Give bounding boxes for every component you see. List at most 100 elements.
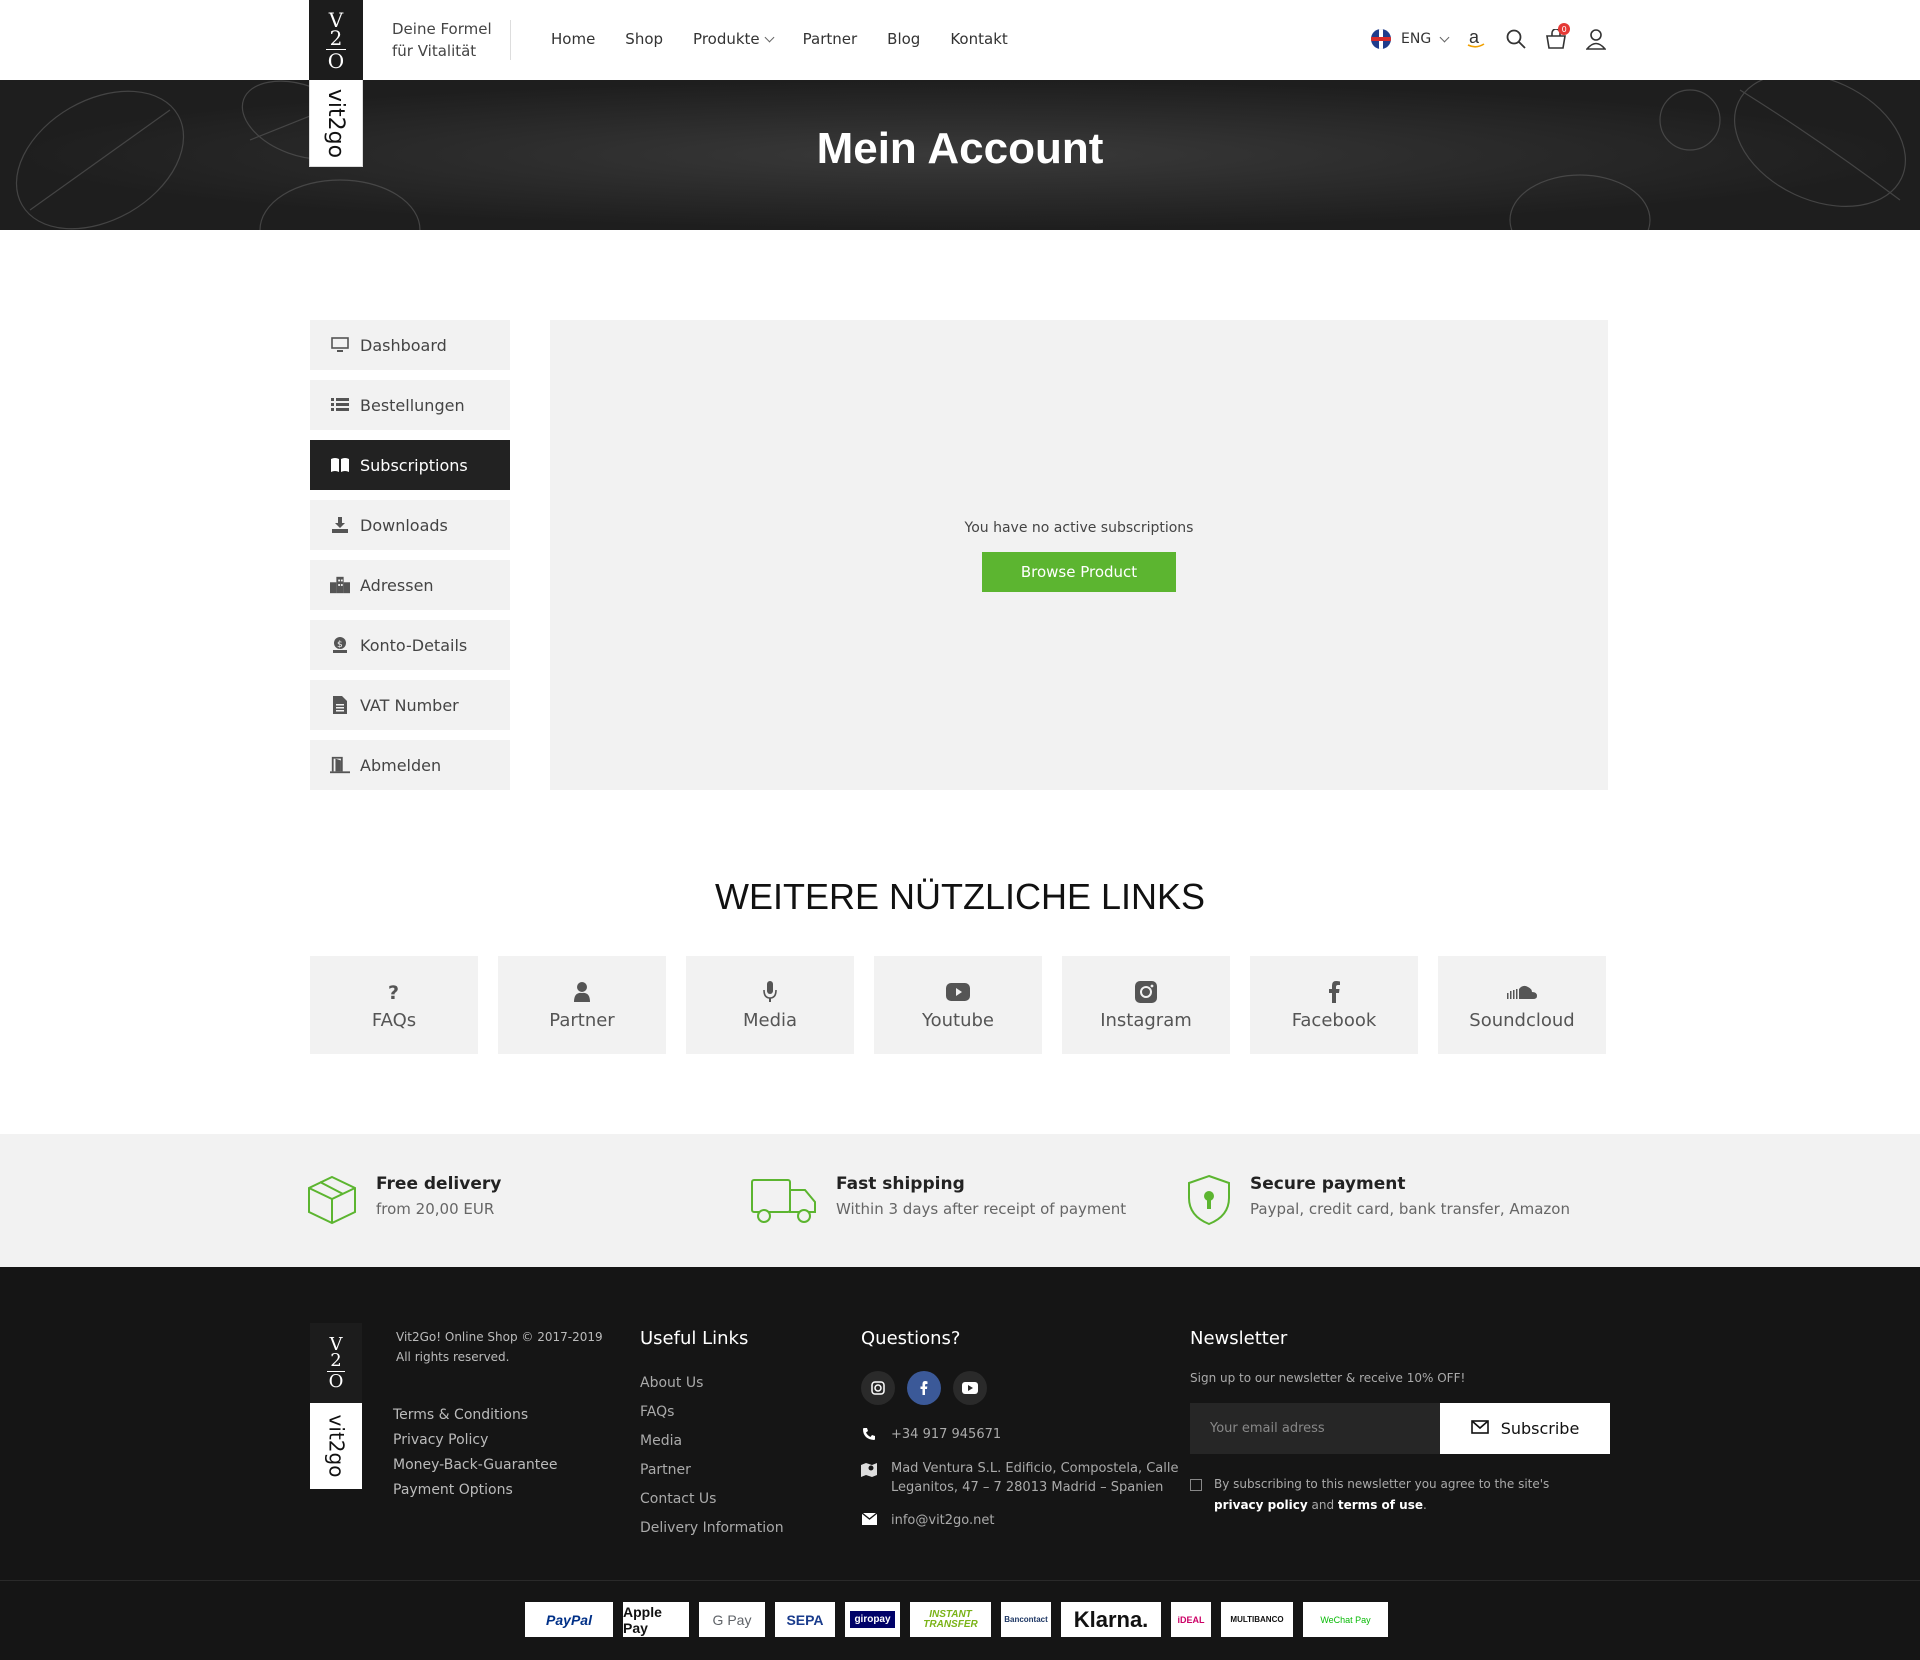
box-icon xyxy=(306,1174,358,1230)
link-tile-instagram[interactable]: Instagram xyxy=(1062,956,1230,1054)
building-icon xyxy=(330,576,350,594)
footer-link-faqs[interactable]: FAQs xyxy=(640,1398,784,1427)
link-tile-partner[interactable]: Partner xyxy=(498,956,666,1054)
consent-checkbox[interactable] xyxy=(1190,1479,1202,1491)
privacy-policy-link[interactable]: privacy policy xyxy=(1214,1498,1308,1512)
logo-wordmark: vit2go xyxy=(324,1414,349,1478)
book-icon xyxy=(330,457,350,473)
sidebar-item-label: Abmelden xyxy=(360,755,442,775)
instagram-icon xyxy=(1135,980,1157,1004)
sidebar-item-label: Adressen xyxy=(360,575,434,595)
feature-title: Secure payment xyxy=(1250,1174,1406,1194)
nav-produkte[interactable]: Produkte xyxy=(693,30,775,48)
useful-links-title: WEITERE NÜTZLICHE LINKS xyxy=(714,876,1206,917)
footer-link-contact[interactable]: Contact Us xyxy=(640,1485,784,1514)
contact-phone[interactable]: +34 917 945671 xyxy=(861,1425,1001,1444)
user-icon xyxy=(574,980,590,1004)
link-tile-faqs[interactable]: ? FAQs xyxy=(310,956,478,1054)
sidebar-item-dashboard[interactable]: Dashboard xyxy=(310,320,510,370)
footer-link-media[interactable]: Media xyxy=(640,1427,784,1456)
sidebar-item-vat-number[interactable]: VAT Number xyxy=(310,680,510,730)
sidebar-item-label: Konto-Details xyxy=(360,635,468,655)
download-icon xyxy=(330,517,350,533)
email-address: info@vit2go.net xyxy=(891,1513,995,1528)
newsletter-email-input[interactable]: Your email adress xyxy=(1190,1403,1440,1454)
search-icon[interactable] xyxy=(1504,27,1528,51)
sidebar-item-subscriptions[interactable]: Subscriptions xyxy=(310,440,510,490)
tile-label: Media xyxy=(742,1009,798,1031)
footer-link-payment-options[interactable]: Payment Options xyxy=(393,1478,558,1503)
link-tile-facebook[interactable]: Facebook xyxy=(1250,956,1418,1054)
youtube-icon xyxy=(946,980,970,1004)
sidebar-item-label: Dashboard xyxy=(360,335,447,355)
logo-letter: 2 xyxy=(330,1349,342,1371)
feature-secure-payment: Secure payment Paypal, credit card, bank … xyxy=(1186,1174,1570,1230)
sidebar-item-konto-details[interactable]: $ Konto-Details xyxy=(310,620,510,670)
footer-link-terms[interactable]: Terms & Conditions xyxy=(393,1403,558,1428)
main-nav: Home Shop Produkte Partner Blog Kontakt xyxy=(551,30,1008,48)
nav-kontakt[interactable]: Kontakt xyxy=(950,30,1007,48)
footer-link-partner[interactable]: Partner xyxy=(640,1456,784,1485)
sidebar-item-adressen[interactable]: Adressen xyxy=(310,560,510,610)
tile-label: Instagram xyxy=(1100,1009,1192,1031)
email-placeholder: Your email adress xyxy=(1210,1421,1325,1436)
footer-link-privacy[interactable]: Privacy Policy xyxy=(393,1428,558,1453)
envelope-icon xyxy=(1470,1419,1489,1438)
bancontact-logo: Bancontact xyxy=(1001,1602,1051,1637)
site-logo[interactable]: V 2 O vit2go xyxy=(309,0,363,167)
browse-product-button[interactable]: Browse Product xyxy=(982,552,1176,592)
logo-wordmark: vit2go xyxy=(323,88,349,158)
footer-link-money-back[interactable]: Money-Back-Guarantee xyxy=(393,1453,558,1478)
youtube-icon[interactable] xyxy=(953,1371,987,1405)
link-tile-soundcloud[interactable]: Soundcloud xyxy=(1438,956,1606,1054)
nav-home[interactable]: Home xyxy=(551,30,595,48)
subscribe-button[interactable]: Subscribe xyxy=(1440,1403,1610,1454)
sidebar-item-bestellungen[interactable]: Bestellungen xyxy=(310,380,510,430)
newsletter-consent: By subscribing to this newsletter you ag… xyxy=(1190,1474,1549,1516)
questions-heading: Questions? xyxy=(861,1328,961,1349)
user-icon[interactable] xyxy=(1584,27,1608,51)
sidebar-item-downloads[interactable]: Downloads xyxy=(310,500,510,550)
site-footer: V 2 O vit2go Vit2Go! Online Shop © 2017-… xyxy=(0,1267,1920,1580)
amazon-icon[interactable]: a xyxy=(1464,27,1488,51)
logo-letter: 2 xyxy=(329,25,343,50)
nav-partner[interactable]: Partner xyxy=(803,30,858,48)
nav-shop[interactable]: Shop xyxy=(625,30,663,48)
terms-of-use-link[interactable]: terms of use xyxy=(1338,1498,1423,1512)
tile-label: Facebook xyxy=(1291,1009,1377,1031)
useful-links-list: About Us FAQs Media Partner Contact Us D… xyxy=(640,1369,784,1543)
cart-icon[interactable]: 0 xyxy=(1544,23,1571,51)
question-icon: ? xyxy=(387,980,401,1004)
instant-transfer-logo: INSTANT TRANSFER xyxy=(910,1602,991,1637)
copyright: Vit2Go! Online Shop © 2017-2019 All righ… xyxy=(396,1330,603,1364)
soundcloud-icon xyxy=(1507,980,1537,1004)
link-tile-media[interactable]: Media xyxy=(686,956,854,1054)
sidebar-item-abmelden[interactable]: Abmelden xyxy=(310,740,510,790)
multibanco-logo: MULTIBANCO xyxy=(1221,1602,1293,1637)
nav-blog[interactable]: Blog xyxy=(887,30,920,48)
divider xyxy=(510,20,511,60)
footer-link-delivery[interactable]: Delivery Information xyxy=(640,1514,784,1543)
instagram-icon[interactable] xyxy=(861,1371,895,1405)
footer-link-about[interactable]: About Us xyxy=(640,1369,784,1398)
language-selector[interactable]: ENG xyxy=(1371,29,1450,49)
contact-address: Mad Ventura S.L. Edificio, Compostela, C… xyxy=(861,1459,1178,1497)
tile-label: FAQs xyxy=(371,1009,417,1031)
microphone-icon xyxy=(763,980,777,1004)
page-hero: Mein Account xyxy=(0,80,1920,230)
tagline: Deine Formel für Vitalität xyxy=(392,20,492,60)
feature-title: Free delivery xyxy=(376,1174,502,1194)
social-links xyxy=(861,1371,987,1405)
chevron-down-icon xyxy=(1439,32,1450,42)
link-tile-youtube[interactable]: Youtube xyxy=(874,956,1042,1054)
feature-subtitle: Paypal, credit card, bank transfer, Amaz… xyxy=(1250,1200,1570,1218)
sepa-logo: SEPA xyxy=(775,1602,835,1637)
newsletter-text: Sign up to our newsletter & receive 10% … xyxy=(1190,1371,1466,1385)
feature-subtitle: Within 3 days after receipt of payment xyxy=(836,1200,1127,1218)
footer-logo[interactable]: V 2 O vit2go xyxy=(310,1323,362,1493)
contact-email[interactable]: info@vit2go.net xyxy=(861,1511,995,1530)
door-exit-icon xyxy=(330,756,350,774)
site-header: V 2 O vit2go Deine Formel für Vitalität … xyxy=(0,0,1920,167)
facebook-icon[interactable] xyxy=(907,1371,941,1405)
phone-number: +34 917 945671 xyxy=(891,1427,1002,1442)
